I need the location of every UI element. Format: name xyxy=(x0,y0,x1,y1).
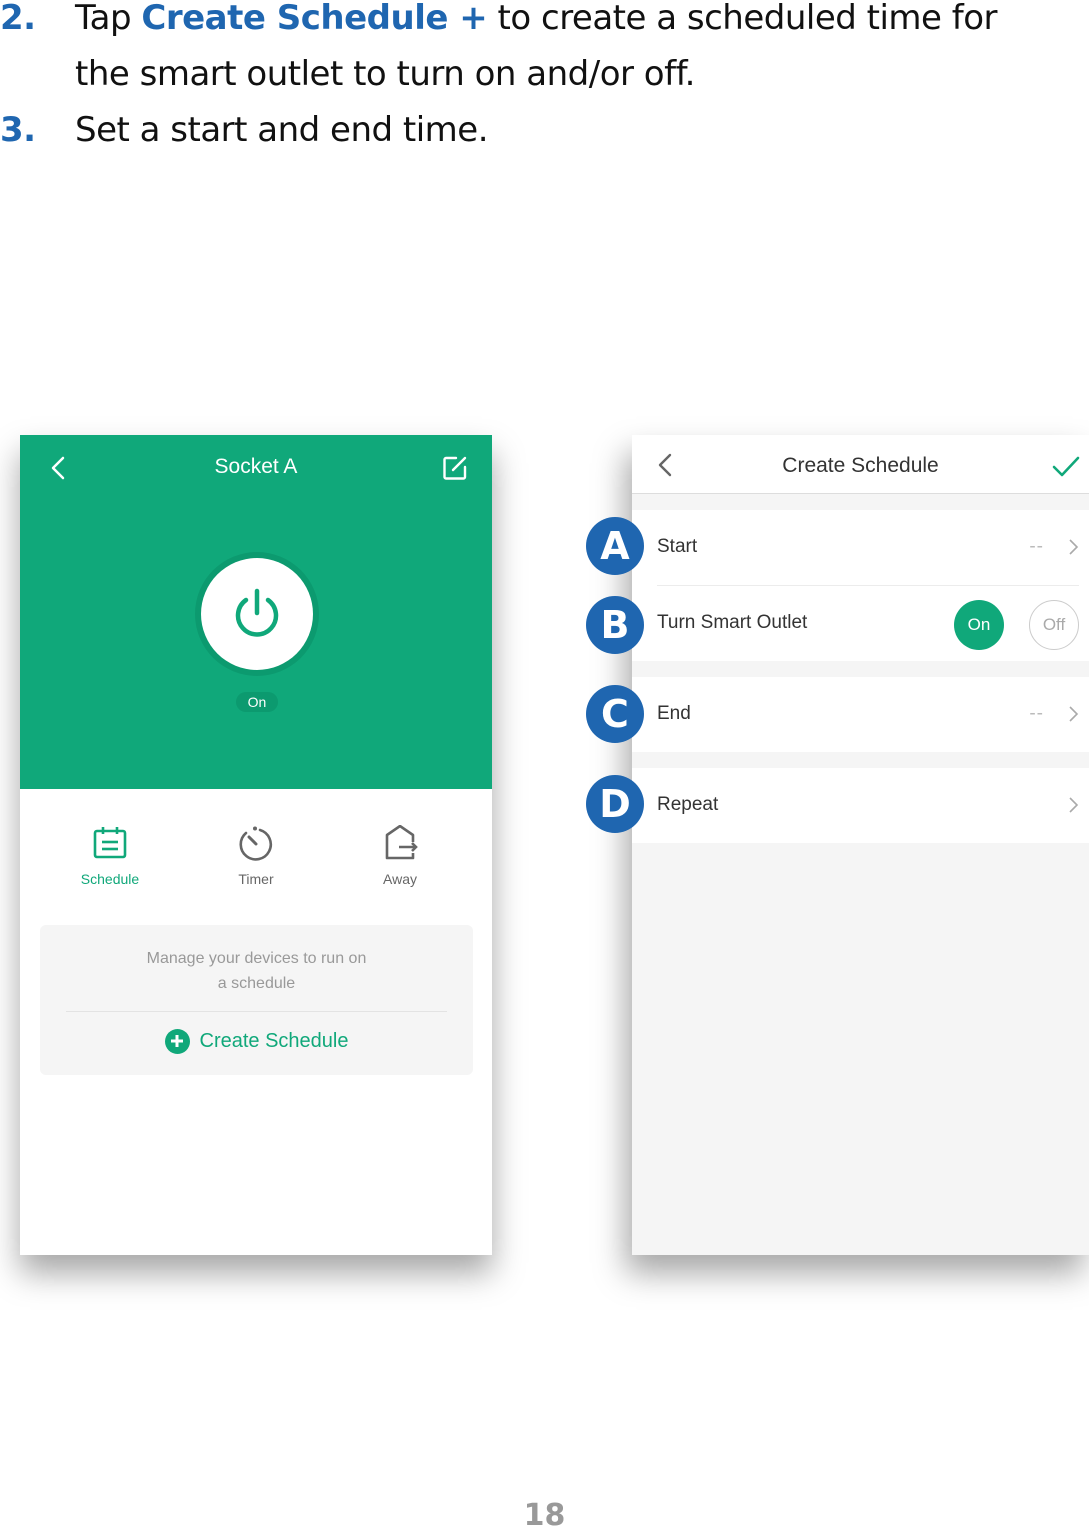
tab-timer[interactable]: Timer xyxy=(196,825,316,887)
step-text: Set a start and end time. xyxy=(75,110,489,150)
row-label: Turn Smart Outlet xyxy=(657,612,808,633)
power-state-badge: On xyxy=(236,692,278,712)
tab-away[interactable]: Away xyxy=(340,825,460,887)
row-label: Start xyxy=(657,536,698,557)
schedule-empty-card: Manage your devices to run on a schedule… xyxy=(40,925,473,1075)
empty-message-line1: Manage your devices to run on xyxy=(146,950,367,967)
row-value: -- xyxy=(1029,536,1044,557)
repeat-row[interactable]: Repeat xyxy=(632,768,1089,843)
step-number: 2. xyxy=(0,0,36,38)
page-title: Create Schedule xyxy=(782,454,939,477)
on-option-button[interactable]: On xyxy=(954,600,1004,650)
create-schedule-label: Create Schedule xyxy=(199,1029,349,1052)
tab-label: Schedule xyxy=(80,871,140,887)
row-label: Repeat xyxy=(657,794,719,815)
row-label: End xyxy=(657,703,691,724)
away-icon xyxy=(385,825,418,860)
tab-label: Timer xyxy=(238,871,274,887)
annotation-marker-b: B xyxy=(586,596,644,654)
create-schedule-button[interactable]: Create Schedule xyxy=(40,1025,473,1057)
calendar-icon xyxy=(93,827,127,859)
plus-circle-icon xyxy=(164,1028,190,1054)
step-number: 3. xyxy=(0,110,36,150)
annotation-marker-a: A xyxy=(586,517,644,575)
instruction-steps: 2. Tap Create Schedule + to create a sch… xyxy=(0,0,1089,158)
divider xyxy=(66,1011,447,1012)
step-text-after: to create a scheduled time for xyxy=(487,0,998,38)
power-icon xyxy=(235,588,279,637)
off-option-button[interactable]: Off xyxy=(1029,600,1079,650)
empty-state-message: Manage your devices to run on a schedule xyxy=(40,946,473,996)
annotation-marker-d: D xyxy=(586,775,644,833)
tab-schedule[interactable]: Schedule xyxy=(50,825,170,887)
timer-icon xyxy=(239,826,273,861)
nav-bar: Socket A xyxy=(20,435,492,501)
step-continuation: the smart outlet to turn on and/or off. xyxy=(75,54,695,94)
tab-label: Away xyxy=(383,871,417,887)
feature-tabs: Schedule Timer Away xyxy=(20,825,492,895)
end-row[interactable]: End -- xyxy=(632,677,1089,752)
page-title: Socket A xyxy=(214,455,298,478)
check-icon[interactable] xyxy=(1052,455,1080,479)
annotation-marker-c: C xyxy=(586,685,644,743)
create-schedule-screen: Create Schedule Start -- Turn Smart Outl… xyxy=(632,435,1089,1255)
settings-group: Repeat xyxy=(632,768,1089,843)
turn-outlet-row: Turn Smart Outlet On Off xyxy=(632,586,1089,661)
chevron-right-icon xyxy=(1069,797,1079,813)
socket-screen: Socket A On Schedule Timer Away Manage y… xyxy=(20,435,492,1255)
chevron-right-icon xyxy=(1069,539,1079,555)
step-3: 3. Set a start and end time. xyxy=(0,102,1089,158)
step-highlight: Create Schedule + xyxy=(141,0,488,38)
start-row[interactable]: Start -- xyxy=(632,510,1089,586)
empty-message-line2: a schedule xyxy=(217,975,296,992)
chevron-right-icon xyxy=(1069,706,1079,722)
row-value: -- xyxy=(1029,703,1044,724)
device-header: Socket A On xyxy=(20,435,492,789)
page-number: 18 xyxy=(523,1498,566,1529)
step-2: 2. Tap Create Schedule + to create a sch… xyxy=(0,0,1089,102)
nav-bar: Create Schedule xyxy=(632,435,1089,494)
step-text-before: Tap xyxy=(75,0,142,38)
settings-group: Start -- Turn Smart Outlet On Off xyxy=(632,510,1089,661)
settings-group: End -- xyxy=(632,677,1089,752)
edit-icon[interactable] xyxy=(442,455,468,481)
power-button[interactable] xyxy=(201,558,313,670)
